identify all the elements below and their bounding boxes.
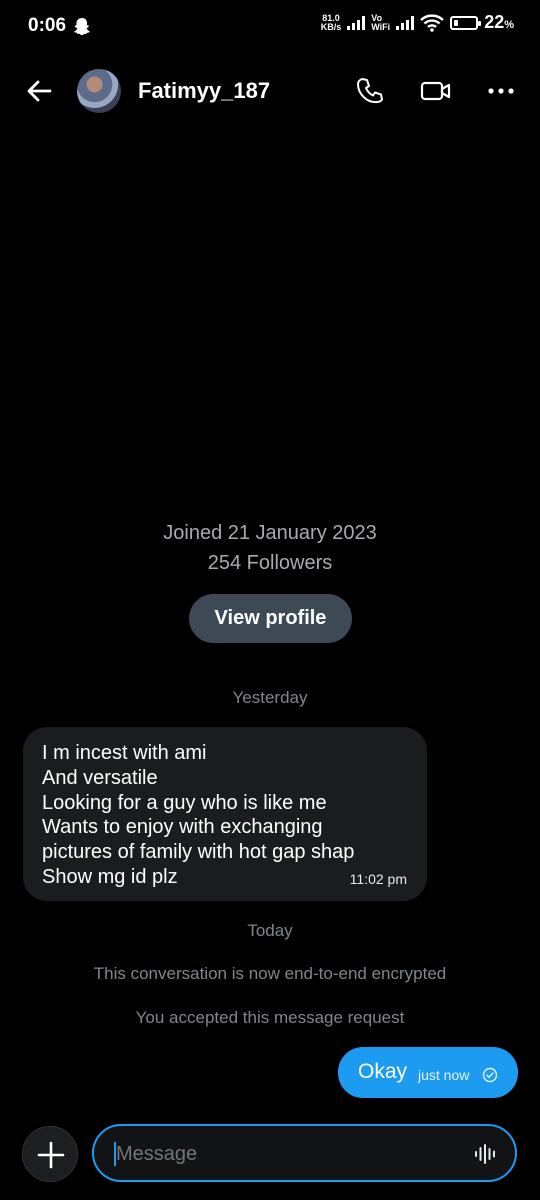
signal-icon (347, 15, 366, 30)
message-line: Wants to enjoy with exchanging (42, 816, 323, 839)
sent-check-icon (482, 1067, 498, 1083)
encryption-notice: This conversation is now end-to-end encr… (93, 964, 447, 983)
username[interactable]: Fatimyy_187 (138, 78, 270, 104)
message-line: pictures of family with hot gap shap (42, 841, 355, 864)
date-separator-yesterday: Yesterday (232, 688, 308, 707)
vowifi-label: Vo WiFi (371, 13, 391, 32)
wifi-icon (420, 13, 445, 32)
plus-icon (37, 1141, 65, 1169)
add-attachment-button[interactable] (22, 1126, 78, 1182)
message-line: I m incest with ami (42, 742, 207, 764)
incoming-message-text: I m incest with ami And versatile Lookin… (42, 741, 354, 890)
date-separator-today: Today (247, 921, 293, 940)
message-line: Looking for a guy who is like me (42, 791, 327, 814)
video-camera-icon[interactable] (419, 76, 453, 106)
message-line: Show mg id plz (42, 865, 178, 888)
status-time: 0:06 (28, 15, 67, 36)
incoming-message-time: 11:02 pm (349, 871, 407, 887)
snapchat-icon (74, 18, 90, 35)
followers-count: 254 Followers (207, 552, 333, 574)
view-profile-button[interactable]: View profile (189, 594, 352, 643)
avatar[interactable] (77, 69, 121, 113)
message-input[interactable] (114, 1139, 458, 1169)
joined-date: Joined 21 January 2023 (163, 522, 377, 544)
signal-2-icon (396, 15, 415, 30)
more-icon[interactable] (484, 76, 518, 106)
conversation-header: Fatimyy_187 (0, 60, 540, 124)
back-arrow-icon[interactable] (22, 74, 56, 108)
battery-percent: 22% (484, 12, 514, 32)
status-bar: 0:06 81.0 KB/s Vo WiFi 22% (0, 0, 540, 56)
outgoing-message-bubble[interactable]: Okay just now (338, 1047, 518, 1098)
outgoing-message-time: just now (418, 1067, 470, 1083)
request-accepted-notice: You accepted this message request (135, 1008, 405, 1027)
battery-icon (450, 15, 482, 30)
phone-icon[interactable] (354, 75, 386, 107)
incoming-message-bubble[interactable]: I m incest with ami And versatile Lookin… (23, 727, 427, 901)
speed-unit: KB/s (320, 21, 342, 32)
network-speed: 81.0 KB/s (320, 13, 342, 32)
outgoing-message-text: Okay (358, 1060, 408, 1083)
message-composer (92, 1124, 517, 1182)
message-line: And versatile (42, 766, 158, 789)
vowifi-bottom: WiFi (371, 21, 391, 32)
voice-message-icon[interactable] (473, 1142, 499, 1166)
